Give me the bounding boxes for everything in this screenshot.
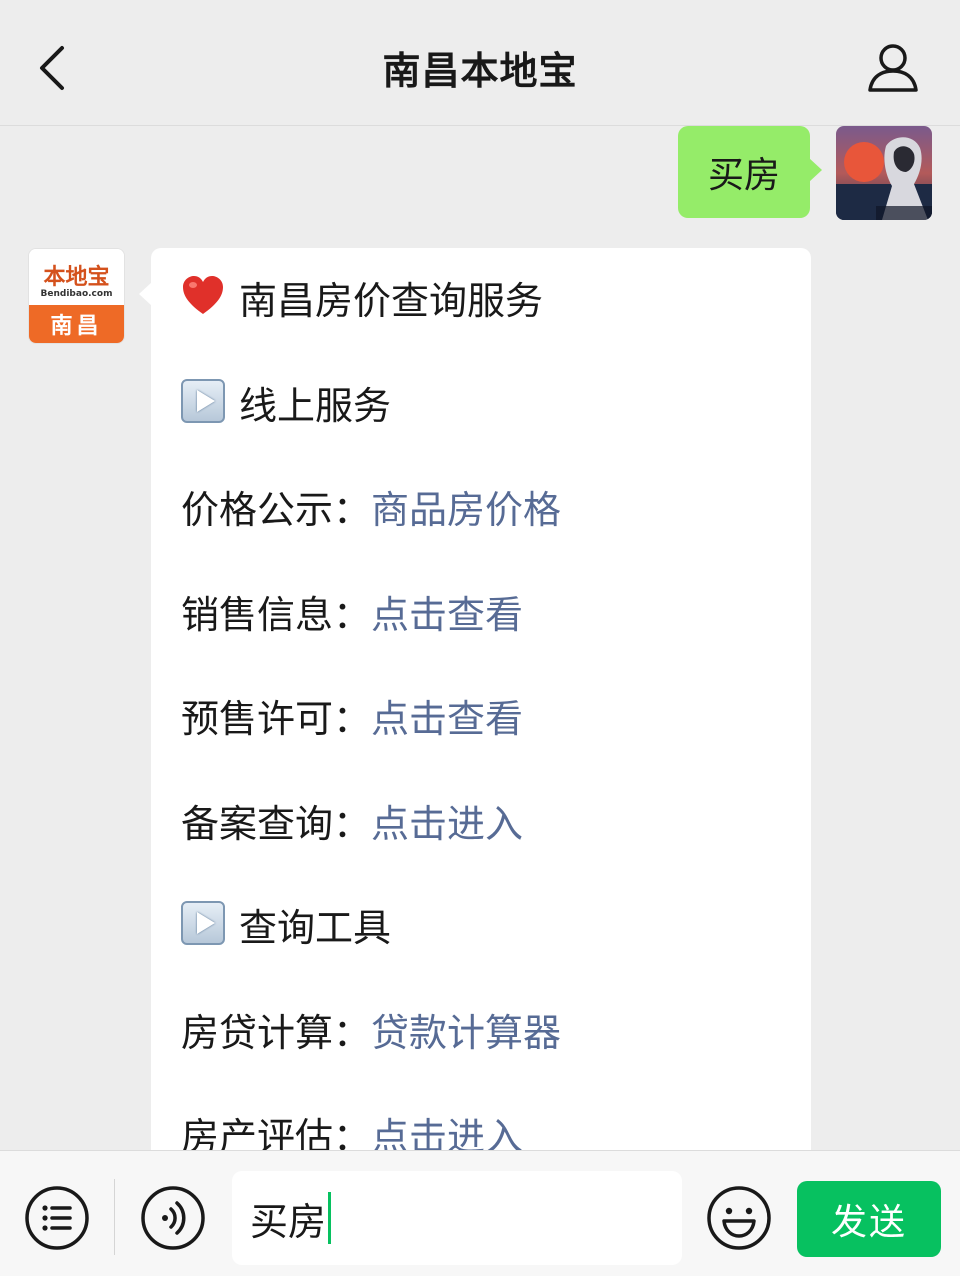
heart-emoji-icon xyxy=(181,274,225,318)
message-input-value: 买房 xyxy=(250,1199,327,1244)
price-link[interactable]: 商品房价格 xyxy=(371,479,561,534)
bot-message-row: 本地宝 Bendibao.com 南昌 南昌房价查询服务 线上服务 价格公示： xyxy=(28,248,811,1150)
section-tools-title: 查询工具 xyxy=(239,906,392,950)
voice-icon[interactable] xyxy=(140,1185,206,1251)
input-bar: 买房 发送 xyxy=(0,1150,960,1276)
filing-label: 备案查询： xyxy=(181,801,372,846)
text-caret xyxy=(328,1192,332,1244)
sales-label: 销售信息： xyxy=(181,592,372,637)
page-title: 南昌本地宝 xyxy=(382,49,578,93)
logo-text: 本地宝 xyxy=(43,264,110,290)
play-button-emoji-icon xyxy=(181,901,225,945)
list-item: 备案查询： 点击进入 xyxy=(181,793,781,898)
message-input[interactable]: 买房 xyxy=(232,1171,682,1265)
play-button-emoji-icon xyxy=(181,378,225,423)
price-label: 价格公示： xyxy=(181,488,372,532)
divider xyxy=(114,1179,115,1255)
message-title-line: 南昌房价查询服务 xyxy=(181,270,781,375)
appraisal-label: 房产评估： xyxy=(181,1115,372,1150)
list-item: 房贷计算： 贷款计算器 xyxy=(181,1002,781,1107)
loan-label: 房贷计算： xyxy=(181,1010,372,1055)
logo-subtext: Bendibao.com xyxy=(40,289,113,299)
list-item: 价格公示： 商品房价格 xyxy=(181,479,781,584)
list-item: 销售信息： 点击查看 xyxy=(181,584,781,689)
list-item: 房产评估： 点击进入 xyxy=(181,1106,781,1150)
chat-header: 南昌本地宝 xyxy=(0,0,960,126)
presale-link[interactable]: 点击查看 xyxy=(371,688,523,743)
appraisal-link[interactable]: 点击进入 xyxy=(371,1106,523,1150)
filing-link[interactable]: 点击进入 xyxy=(371,793,523,848)
user-message-bubble[interactable]: 买房 xyxy=(677,126,823,218)
logo-city: 南昌 xyxy=(29,305,124,343)
user-message-row: 买房 xyxy=(677,126,932,220)
presale-label: 预售许可： xyxy=(181,697,372,741)
list-icon[interactable] xyxy=(24,1185,90,1251)
bot-avatar[interactable]: 本地宝 Bendibao.com 南昌 xyxy=(28,248,125,344)
sales-link[interactable]: 点击查看 xyxy=(371,584,523,639)
section-tools-line: 查询工具 xyxy=(181,897,781,1002)
smiley-icon[interactable] xyxy=(706,1185,772,1251)
user-avatar[interactable] xyxy=(836,126,932,220)
loan-link[interactable]: 贷款计算器 xyxy=(371,1002,561,1057)
user-message-text: 买房 xyxy=(707,155,780,196)
bot-message-bubble: 南昌房价查询服务 线上服务 价格公示： 商品房价格 销售信息： 点击查看 预售许… xyxy=(139,248,811,1150)
send-button[interactable]: 发送 xyxy=(797,1181,941,1257)
section-online-line: 线上服务 xyxy=(181,375,781,480)
list-item: 预售许可： 点击查看 xyxy=(181,688,781,793)
message-title: 南昌房价查询服务 xyxy=(239,279,544,323)
chat-area[interactable]: 买房 本地宝 Bendibao.com 南昌 南昌房价查询服务 线上服务 价格公… xyxy=(0,126,960,1150)
section-online-title: 线上服务 xyxy=(239,383,392,428)
person-icon[interactable] xyxy=(866,40,920,94)
